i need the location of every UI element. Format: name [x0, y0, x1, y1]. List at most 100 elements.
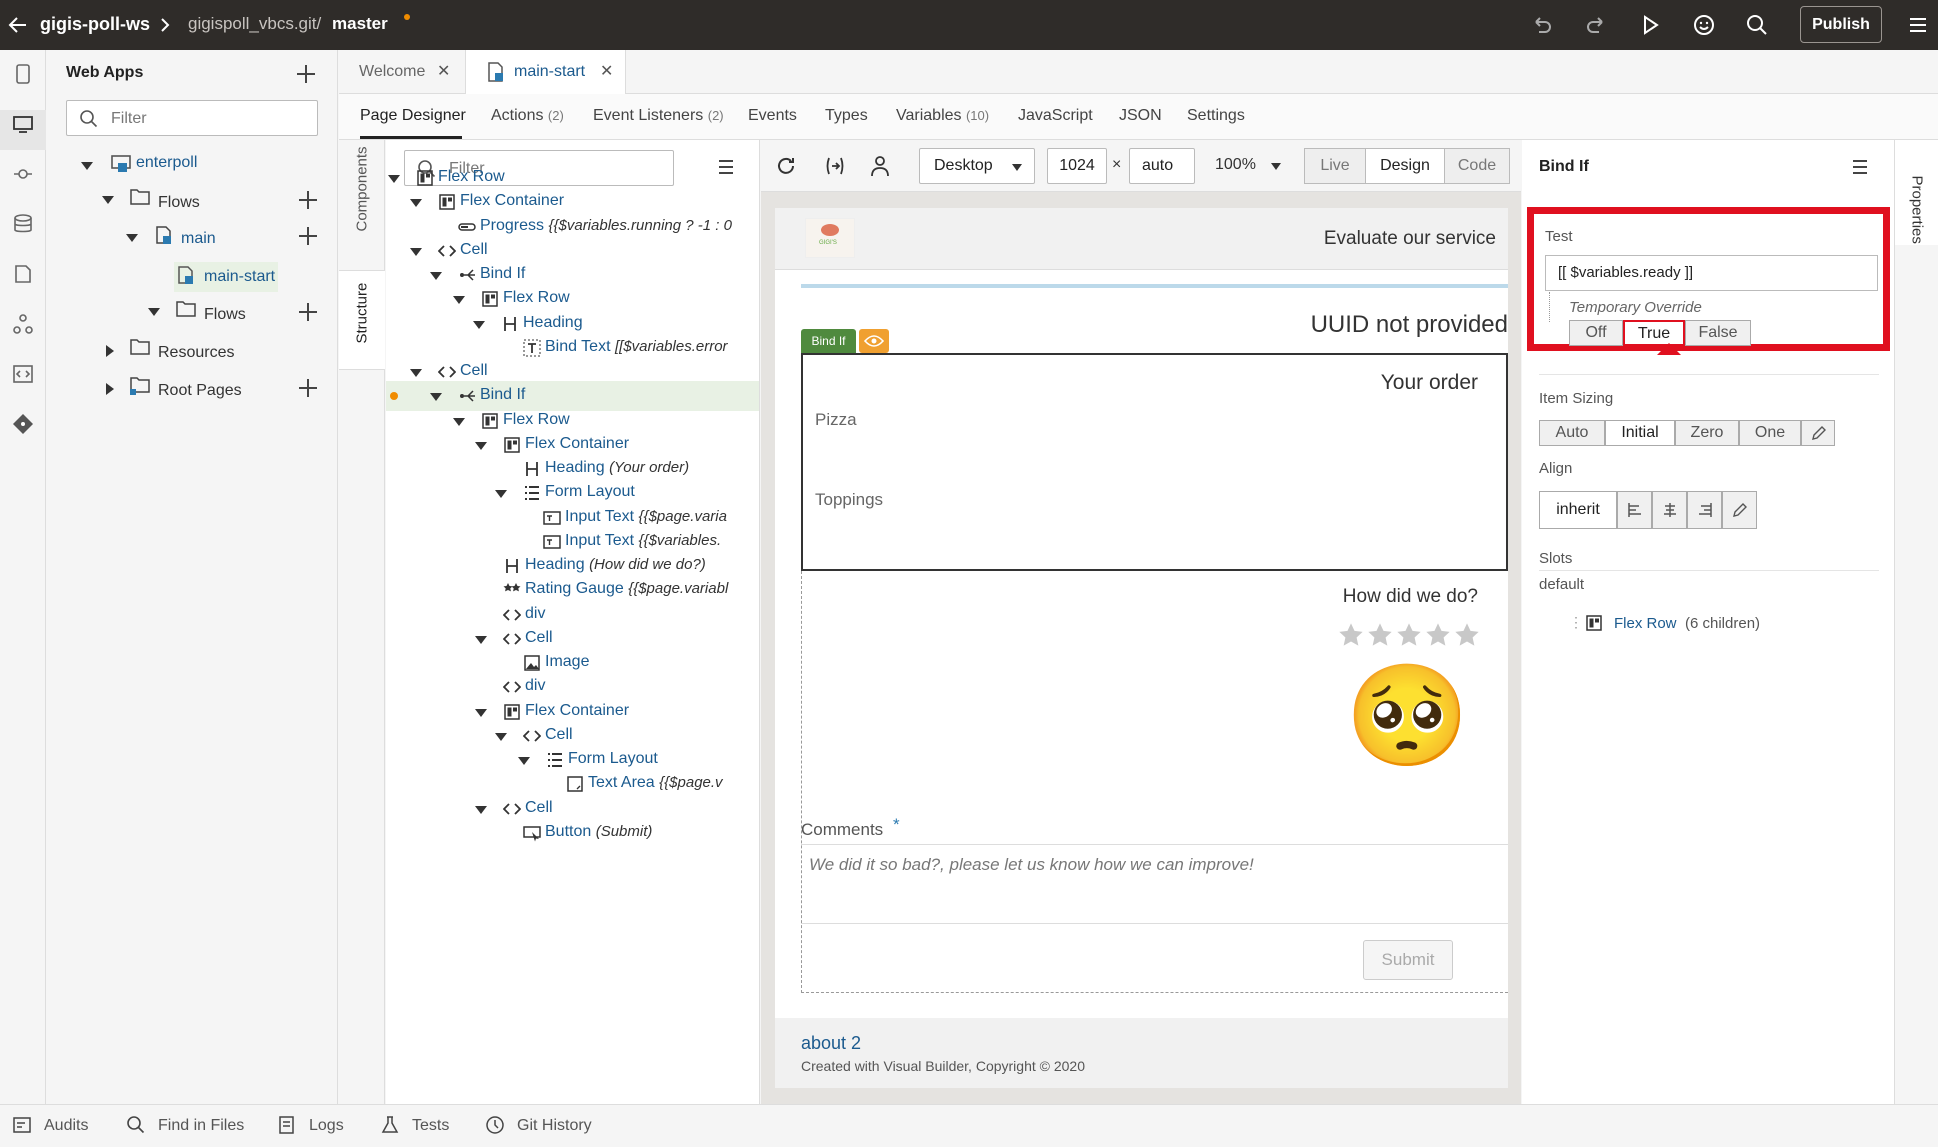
align-start-button[interactable] — [1617, 491, 1652, 529]
override-off-button[interactable]: Off — [1569, 320, 1623, 346]
add-subflow-icon[interactable] — [299, 303, 317, 321]
expand-icon[interactable] — [102, 196, 114, 204]
repo-name[interactable]: gigispoll_vbcs.git/ — [188, 14, 321, 34]
expand-icon[interactable] — [473, 320, 485, 329]
zoom-select[interactable]: 100% — [1215, 156, 1256, 174]
star-icon[interactable] — [1366, 621, 1394, 649]
width-input[interactable]: 1024 — [1047, 148, 1107, 184]
align-center-button[interactable] — [1652, 491, 1687, 529]
tab-components[interactable]: Components — [354, 146, 371, 231]
tree-app-enterpoll[interactable]: enterpoll — [136, 154, 197, 172]
bottom-git-history[interactable]: Git History — [486, 1116, 592, 1135]
tab-properties[interactable]: Properties — [1909, 176, 1926, 244]
expand-icon[interactable] — [475, 708, 487, 717]
feedback-smiley-icon[interactable] — [1692, 13, 1716, 37]
drag-handle-icon[interactable]: ⋮ — [1569, 614, 1583, 631]
add-page-icon[interactable] — [299, 227, 317, 245]
properties-menu-icon[interactable] — [1850, 158, 1870, 176]
device-select[interactable]: Desktop — [919, 148, 1035, 184]
user-role-icon[interactable] — [869, 154, 891, 178]
expand-icon[interactable] — [388, 175, 400, 183]
submit-button[interactable]: Submit — [1363, 940, 1453, 980]
web-apps-icon[interactable] — [11, 112, 35, 136]
bottom-logs[interactable]: Logs — [279, 1116, 344, 1135]
expand-icon[interactable] — [495, 732, 507, 741]
add-flow-icon[interactable] — [299, 191, 317, 209]
add-root-page-icon[interactable] — [299, 379, 317, 397]
bottom-audits[interactable]: Audits — [13, 1117, 88, 1135]
tree-resources[interactable]: Resources — [158, 344, 234, 362]
subtab-types[interactable]: Types — [825, 107, 868, 125]
expand-icon[interactable] — [430, 272, 442, 280]
app-name[interactable]: gigis-poll-ws — [40, 14, 150, 35]
services-icon[interactable] — [11, 162, 35, 186]
expand-icon[interactable] — [518, 757, 530, 765]
sizing-auto-button[interactable]: Auto — [1539, 420, 1605, 446]
mode-live-button[interactable]: Live — [1304, 148, 1366, 184]
back-arrow-icon[interactable] — [6, 13, 30, 37]
close-icon[interactable]: ✕ — [600, 50, 613, 94]
subtab-page-designer[interactable]: Page Designer — [360, 107, 466, 125]
add-web-app-icon[interactable] — [297, 65, 315, 83]
footer-link[interactable]: about 2 — [801, 1033, 861, 1054]
test-expression-input[interactable]: [[ $variables.ready ]] — [1545, 255, 1878, 291]
chevron-down-icon[interactable] — [1271, 163, 1281, 170]
hamburger-menu-icon[interactable] — [1906, 13, 1930, 37]
mode-design-button[interactable]: Design — [1365, 148, 1445, 184]
star-icon[interactable] — [1395, 621, 1423, 649]
align-end-button[interactable] — [1687, 491, 1722, 529]
source-code-icon[interactable] — [11, 362, 35, 386]
expand-icon[interactable] — [410, 247, 422, 256]
tree-main-flow[interactable]: main — [181, 230, 216, 248]
variables-icon[interactable] — [823, 155, 847, 177]
expand-icon[interactable] — [495, 490, 507, 499]
star-icon[interactable] — [1424, 621, 1452, 649]
override-false-button[interactable]: False — [1685, 320, 1751, 346]
align-inherit-button[interactable]: inherit — [1539, 491, 1617, 529]
subtab-variables[interactable]: Variables (10) — [896, 107, 989, 125]
subtab-json[interactable]: JSON — [1119, 107, 1162, 125]
expand-icon[interactable] — [430, 393, 442, 402]
bind-if-selected-container[interactable]: Your order Pizza Toppings — [801, 353, 1508, 571]
expand-icon[interactable] — [475, 805, 487, 814]
star-icon[interactable] — [1337, 621, 1365, 649]
collapse-icon[interactable] — [106, 383, 114, 395]
expand-icon[interactable] — [475, 441, 487, 450]
height-input[interactable]: auto — [1129, 148, 1195, 184]
comments-textarea[interactable]: We did it so bad?, please let us know ho… — [801, 844, 1508, 924]
mobile-apps-icon[interactable] — [11, 62, 35, 86]
subtab-settings[interactable]: Settings — [1187, 107, 1245, 125]
tree-main-start[interactable]: main-start — [204, 268, 275, 286]
sizing-initial-button[interactable]: Initial — [1605, 420, 1675, 446]
subtab-events[interactable]: Events — [748, 107, 797, 125]
subtab-actions[interactable]: Actions (2) — [491, 107, 564, 125]
close-icon[interactable]: ✕ — [437, 50, 450, 94]
tab-welcome[interactable]: Welcome ✕ — [339, 50, 464, 94]
components-icon[interactable] — [11, 262, 35, 286]
expand-icon[interactable] — [81, 162, 93, 170]
expand-icon[interactable] — [410, 199, 422, 208]
git-icon[interactable] — [11, 412, 35, 436]
processes-icon[interactable] — [11, 312, 35, 336]
expand-icon[interactable] — [453, 417, 465, 426]
rating-gauge[interactable] — [1337, 621, 1483, 649]
tree-flows[interactable]: Flows — [158, 194, 200, 212]
expand-icon[interactable] — [148, 308, 160, 316]
star-icon[interactable] — [1453, 621, 1481, 649]
bottom-tests[interactable]: Tests — [381, 1116, 449, 1135]
tab-structure[interactable]: Structure — [354, 283, 371, 344]
subtab-event-listeners[interactable]: Event Listeners (2) — [593, 107, 724, 125]
tab-main-start[interactable]: main-start ✕ — [465, 50, 626, 95]
undo-icon[interactable] — [1530, 13, 1554, 37]
publish-button[interactable]: Publish — [1800, 6, 1882, 43]
mode-code-button[interactable]: Code — [1444, 148, 1510, 184]
redo-icon[interactable] — [1584, 13, 1608, 37]
apps-filter-input[interactable]: Filter — [66, 100, 318, 136]
slot-child-link[interactable]: Flex Row — [1614, 615, 1677, 632]
expand-icon[interactable] — [410, 369, 422, 377]
sizing-edit-button[interactable] — [1801, 420, 1835, 446]
subtab-javascript[interactable]: JavaScript — [1018, 107, 1093, 125]
collapse-icon[interactable] — [106, 345, 114, 357]
refresh-icon[interactable] — [775, 155, 797, 177]
run-icon[interactable] — [1638, 13, 1662, 37]
